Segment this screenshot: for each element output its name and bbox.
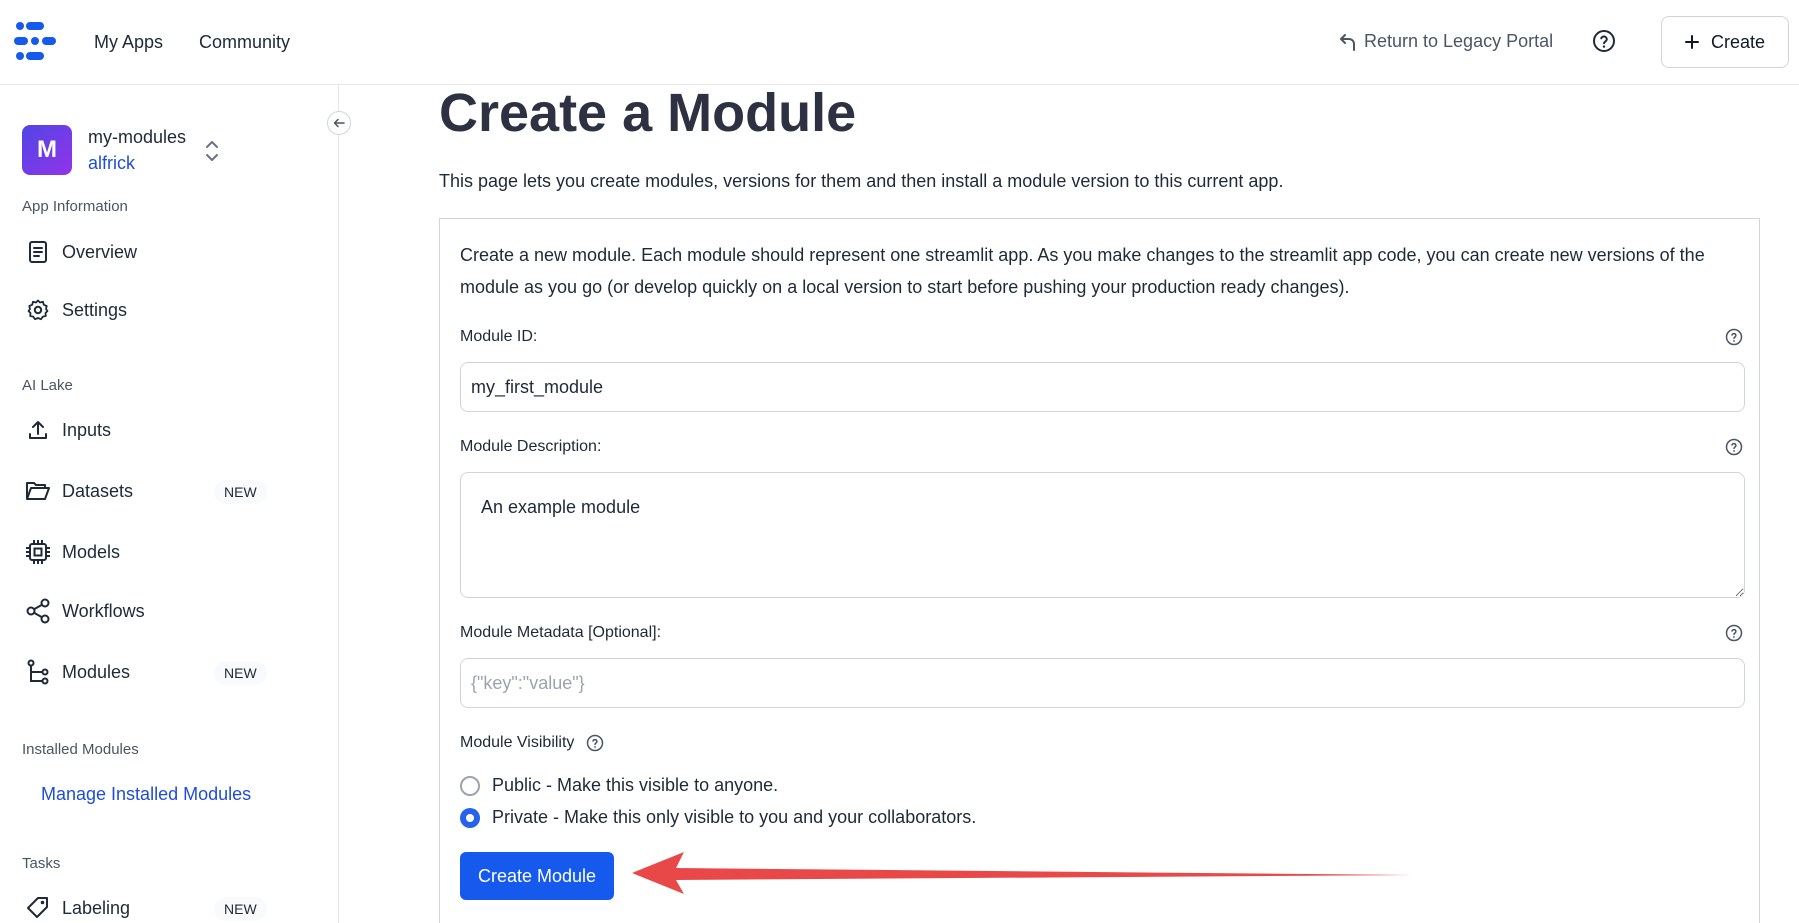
- app-name: my-modules: [88, 127, 187, 147]
- radio-label: Public - Make this visible to anyone.: [492, 775, 779, 795]
- help-icon[interactable]: [1725, 624, 1743, 642]
- sidebar-item-label: Workflows: [62, 600, 145, 621]
- help-icon[interactable]: [1725, 328, 1743, 346]
- tag-icon: [22, 892, 54, 923]
- chevron-up-down-icon: [206, 141, 218, 161]
- help-icon[interactable]: [1592, 29, 1616, 53]
- sidebar-item-models[interactable]: Models: [22, 534, 272, 570]
- sidebar-item-label: Inputs: [62, 419, 112, 440]
- section-title-tasks: Tasks: [22, 855, 61, 872]
- sidebar-item-settings[interactable]: Settings: [22, 292, 272, 328]
- nav-community[interactable]: Community: [199, 32, 290, 53]
- radio-label: Private - Make this only visible to you …: [492, 807, 977, 827]
- sidebar-item-label: Datasets: [62, 480, 134, 501]
- module-description-textarea[interactable]: An example module: [460, 472, 1745, 598]
- sidebar-item-label: Overview: [62, 241, 138, 262]
- section-title-ai-lake: AI Lake: [22, 377, 73, 394]
- undo-arrow-icon: [1340, 33, 1355, 51]
- module-metadata-input[interactable]: [460, 658, 1745, 708]
- radio-button[interactable]: [460, 807, 480, 828]
- radio-button[interactable]: [460, 775, 480, 796]
- module-id-input[interactable]: [460, 362, 1745, 412]
- chip-icon: [22, 536, 54, 568]
- manage-installed-modules-link[interactable]: Manage Installed Modules: [41, 784, 251, 805]
- module-description-label: Module Description:: [460, 438, 602, 455]
- new-badge: NEW: [214, 480, 267, 504]
- collapse-sidebar-button[interactable]: [327, 111, 351, 135]
- new-badge: NEW: [214, 661, 267, 685]
- app-owner-link[interactable]: alfrick: [88, 153, 135, 174]
- module-visibility-label: Module Visibility: [460, 734, 575, 751]
- help-icon[interactable]: [586, 734, 604, 752]
- share-nodes-icon: [22, 595, 54, 627]
- page-title: Create a Module: [439, 83, 857, 143]
- sidebar-item-label: Labeling: [62, 897, 131, 918]
- gear-icon: [22, 294, 54, 326]
- create-module-form: Create a new module. Each module should …: [439, 218, 1760, 923]
- clarifai-logo-icon[interactable]: [12, 20, 58, 62]
- visibility-public-option[interactable]: Public - Make this visible to anyone.: [460, 775, 778, 796]
- top-bar: My Apps Community Return to Legacy Porta…: [0, 0, 1799, 85]
- tree-structure-icon: [22, 656, 54, 688]
- module-id-label: Module ID:: [460, 328, 538, 345]
- create-module-button[interactable]: Create Module: [460, 852, 614, 900]
- folder-open-icon: [22, 475, 54, 507]
- section-title-installed-modules: Installed Modules: [22, 741, 139, 758]
- form-intro-text: Create a new module. Each module should …: [460, 245, 1705, 297]
- new-badge: NEW: [214, 897, 267, 921]
- upload-icon: [22, 414, 54, 446]
- sidebar-item-label: Modules: [62, 661, 131, 682]
- sidebar-item-overview[interactable]: Overview: [22, 234, 272, 270]
- sidebar-item-workflows[interactable]: Workflows: [22, 593, 272, 629]
- nav-my-apps[interactable]: My Apps: [94, 32, 163, 53]
- return-legacy-portal-label: Return to Legacy Portal: [1364, 31, 1554, 51]
- document-icon: [22, 236, 54, 268]
- sidebar-item-inputs[interactable]: Inputs: [22, 412, 272, 448]
- sidebar-item-label: Models: [62, 541, 121, 562]
- sidebar-item-label: Settings: [62, 299, 128, 320]
- arrow-left-icon: [333, 118, 345, 128]
- help-icon[interactable]: [1725, 438, 1743, 456]
- app-switcher[interactable]: M my-modules alfrick: [22, 125, 232, 177]
- create-button[interactable]: Create: [1661, 16, 1789, 68]
- page-description: This page lets you create modules, versi…: [439, 171, 1284, 191]
- module-metadata-label: Module Metadata [Optional]:: [460, 624, 662, 641]
- section-title-app-information: App Information: [22, 198, 128, 215]
- plus-icon: [1684, 35, 1699, 49]
- create-button-label: Create: [1710, 31, 1766, 52]
- app-avatar: M: [22, 125, 72, 175]
- annotation-arrow-icon: [632, 852, 1412, 894]
- return-legacy-portal-link[interactable]: Return to Legacy Portal: [1340, 31, 1553, 52]
- visibility-private-option[interactable]: Private - Make this only visible to you …: [460, 807, 976, 828]
